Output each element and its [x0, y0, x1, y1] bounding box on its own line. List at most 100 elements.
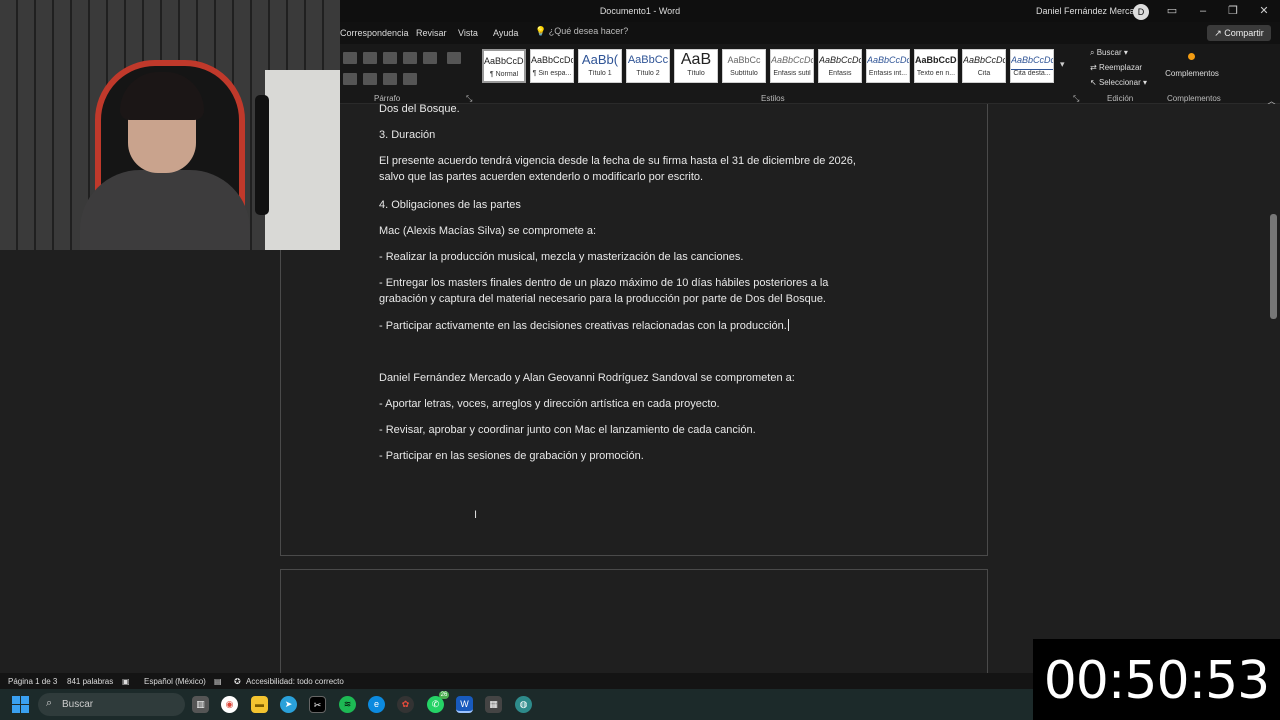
find-label: Buscar [1096, 48, 1122, 57]
scrollbar-thumb[interactable] [1270, 214, 1277, 319]
accessibility-status[interactable]: Accesibilidad: todo correcto [246, 677, 344, 686]
select-label: Seleccionar [1098, 78, 1141, 87]
style-emphasis[interactable]: AaBbCcDc Énfasis [818, 49, 862, 83]
tell-me-box[interactable]: 💡 ¿Qué desea hacer? [535, 26, 628, 37]
user-avatar[interactable]: D [1133, 4, 1149, 20]
user-name[interactable]: Daniel Fernández Mercado [1036, 6, 1145, 16]
search-icon: ⌕ [46, 697, 53, 709]
addins-button[interactable]: Complementos [1160, 69, 1224, 78]
ibeam-cursor-icon: I [474, 509, 478, 521]
telegram-icon[interactable]: ➤ [280, 696, 297, 713]
style-title[interactable]: AaB Título [674, 49, 718, 83]
word-icon[interactable]: W [456, 696, 473, 713]
paragraph[interactable]: El presente acuerdo tendrá vigencia desd… [379, 153, 884, 185]
style-strong[interactable]: AaBbCcDc Texto en n... [914, 49, 958, 83]
numbering-icon[interactable] [363, 52, 377, 64]
replace-button[interactable]: ⇄ Reemplazar [1090, 63, 1142, 72]
style-no-spacing[interactable]: AaBbCcDc ¶ Sin espa... [530, 49, 574, 83]
heading-obligaciones[interactable]: 4. Obligaciones de las partes [379, 197, 889, 213]
replace-icon: ⇄ [1090, 63, 1099, 72]
styles-more-icon[interactable]: ▾ [1060, 59, 1065, 70]
line-spacing-icon[interactable] [363, 73, 377, 85]
list-item[interactable]: - Aportar letras, voces, arreglos y dire… [379, 396, 889, 412]
timer-overlay: 00:50:53 [1033, 639, 1280, 720]
select-button[interactable]: ↖ Seleccionar ▾ [1090, 78, 1147, 87]
close-icon[interactable]: ✕ [1255, 3, 1273, 19]
style-sample: AaBbCcDc [771, 55, 813, 65]
focus-icon[interactable]: ▤ [214, 677, 222, 686]
webcam-overlay [0, 0, 340, 250]
page-1[interactable]: Dos del Bosque. 3. Duración El presente … [280, 104, 988, 556]
list-item[interactable]: - Entregar los masters finales dentro de… [379, 275, 859, 307]
heading-duracion[interactable]: 3. Duración [379, 127, 889, 143]
minimize-icon[interactable]: – [1194, 3, 1212, 19]
paragraph[interactable]: Daniel Fernández Mercado y Alan Geovanni… [379, 370, 889, 386]
replace-label: Reemplazar [1098, 63, 1143, 72]
styles-dialog-launcher-icon[interactable]: ⤡ [1073, 94, 1079, 104]
file-explorer-icon[interactable]: ▬ [251, 696, 268, 713]
taskbar-search[interactable]: ⌕ Buscar [38, 693, 185, 716]
shading-icon[interactable] [383, 73, 397, 85]
tab-revisar[interactable]: Revisar [416, 28, 447, 38]
style-subtle-emphasis[interactable]: AaBbCcDc Énfasis sutil [770, 49, 814, 83]
tab-correspondencia[interactable]: Correspondencia [340, 28, 409, 38]
paragraph[interactable]: Mac (Alexis Macías Silva) se compromete … [379, 223, 889, 239]
task-view-icon[interactable]: ▥ [192, 696, 209, 713]
language[interactable]: Español (México) [144, 677, 206, 686]
vertical-scrollbar[interactable] [1268, 104, 1280, 673]
chevron-down-icon: ▾ [1140, 78, 1147, 87]
chevron-down-icon: ▾ [1121, 48, 1128, 57]
paragraph-tools [340, 50, 475, 86]
style-heading-2[interactable]: AaBbCc Título 2 [626, 49, 670, 83]
chrome-icon[interactable]: ◉ [221, 696, 238, 713]
style-name: Énfasis [828, 70, 852, 77]
decrease-indent-icon[interactable] [383, 52, 397, 64]
style-sample: AaBbCcDc [867, 55, 909, 65]
style-name: Título 1 [588, 70, 612, 77]
screen: Documento1 - Word Daniel Fernández Merca… [0, 0, 1280, 720]
style-name: ¶ Normal [489, 71, 519, 78]
style-normal[interactable]: AaBbCcDc ¶ Normal [482, 49, 526, 83]
list-item[interactable]: - Revisar, aprobar y coordinar junto con… [379, 422, 889, 438]
spotify-icon[interactable]: ≋ [339, 696, 356, 713]
timer-value: 00:50:53 [1043, 651, 1271, 711]
style-intense-quote[interactable]: AaBbCcDc Cita desta... [1010, 49, 1054, 83]
editing-group-label: Edición [1107, 94, 1134, 103]
align-left-icon[interactable] [447, 52, 462, 64]
word-count[interactable]: 841 palabras [67, 677, 113, 686]
style-quote[interactable]: AaBbCcDc Cita [962, 49, 1006, 83]
increase-indent-icon[interactable] [403, 52, 417, 64]
ribbon-display-icon[interactable]: ▭ [1163, 3, 1181, 19]
pilcrow-icon[interactable] [423, 52, 437, 64]
windows-start-icon[interactable] [12, 696, 29, 713]
restore-icon[interactable]: ❐ [1224, 3, 1242, 19]
align-center-icon[interactable] [343, 73, 357, 85]
davinci-icon[interactable]: ✿ [397, 696, 414, 713]
microphone-arm [255, 95, 269, 215]
style-intense-emphasis[interactable]: AaBbCcDc Énfasis int... [866, 49, 910, 83]
page-count[interactable]: Página 1 de 3 [8, 677, 57, 686]
style-heading-1[interactable]: AaBb(Título 1 [578, 49, 622, 83]
page-2[interactable] [280, 569, 988, 673]
globe-icon[interactable]: ◍ [515, 696, 532, 713]
borders-icon[interactable] [403, 73, 417, 85]
list-item[interactable]: - Participar en las sesiones de grabació… [379, 448, 889, 464]
tab-vista[interactable]: Vista [458, 28, 478, 38]
style-name: Título [687, 70, 705, 77]
tab-ayuda[interactable]: Ayuda [493, 28, 518, 38]
whatsapp-badge: 26 [439, 691, 449, 699]
style-subtitle[interactable]: AaBbCc Subtítulo [722, 49, 766, 83]
capcut-icon[interactable]: ✂ [309, 696, 326, 713]
bullets-icon[interactable] [343, 52, 357, 64]
share-button[interactable]: ↗ Compartir [1207, 25, 1271, 41]
edge-icon[interactable]: e [368, 696, 385, 713]
list-item-with-caret[interactable]: - Participar activamente en las decision… [379, 318, 889, 334]
proofing-icon[interactable]: ▣ [122, 677, 130, 686]
list-item[interactable]: - Participar activamente en las decision… [379, 320, 787, 332]
list-item[interactable]: - Realizar la producción musical, mezcla… [379, 249, 889, 265]
paragraph-dialog-launcher-icon[interactable]: ⤡ [466, 94, 472, 104]
calculator-icon[interactable]: ▦ [485, 696, 502, 713]
style-name: Título 2 [636, 70, 660, 77]
find-button[interactable]: ⌕ Buscar ▾ [1090, 48, 1128, 58]
paragraph[interactable]: Dos del Bosque. [379, 104, 889, 117]
